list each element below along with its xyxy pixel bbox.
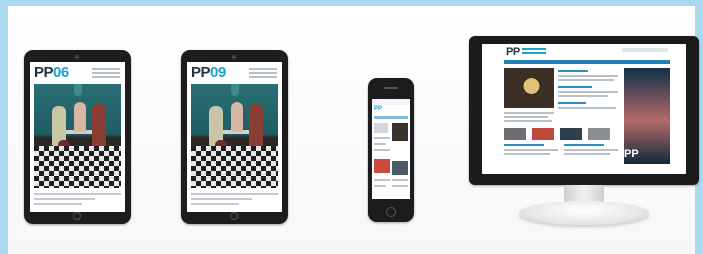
sidebar-advert-logo: PP bbox=[624, 148, 639, 160]
masthead-pp: PP bbox=[191, 64, 211, 81]
masthead-pp: PP bbox=[34, 64, 54, 81]
website-nav-bar bbox=[504, 60, 670, 64]
article-headline bbox=[564, 144, 604, 146]
article-text-line bbox=[504, 116, 548, 118]
article-text-line bbox=[504, 112, 554, 114]
monitor-screen: PP PP bbox=[482, 44, 686, 174]
article-text-line bbox=[558, 75, 618, 77]
phone-thumbnail bbox=[374, 123, 388, 133]
phone-text-line bbox=[374, 137, 390, 139]
cover-photo bbox=[34, 84, 121, 188]
phone-thumbnail bbox=[392, 161, 408, 175]
home-button-icon bbox=[386, 207, 396, 217]
phone-thumbnail bbox=[374, 159, 390, 173]
phone-site-logo: PP bbox=[374, 106, 383, 112]
camera-dot bbox=[75, 55, 79, 59]
masthead-issue: 06 bbox=[53, 64, 69, 81]
article-text-line bbox=[558, 91, 618, 93]
article-headline bbox=[558, 70, 588, 72]
speaker-grille bbox=[384, 87, 398, 89]
cover-photo bbox=[191, 84, 278, 188]
showcase-frame: PP06 PP09 PP PP PP bbox=[0, 0, 703, 254]
cover-footer-text bbox=[34, 193, 121, 208]
tablet-device-left: PP06 bbox=[24, 50, 131, 224]
tablet-screen: PP09 bbox=[187, 62, 282, 212]
article-text-line bbox=[558, 107, 616, 109]
magazine-masthead: PP06 bbox=[34, 65, 69, 81]
phone-screen: PP bbox=[372, 99, 410, 199]
article-headline bbox=[558, 86, 592, 88]
article-thumbnail bbox=[588, 128, 610, 140]
phone-device: PP bbox=[368, 78, 414, 222]
phone-text-line bbox=[374, 149, 390, 151]
masthead-tagline bbox=[249, 68, 277, 80]
magazine-masthead: PP09 bbox=[191, 65, 226, 81]
phone-text-line bbox=[392, 179, 408, 181]
phone-nav-bar bbox=[374, 116, 408, 119]
article-thumbnail bbox=[560, 128, 582, 140]
tablet-device-right: PP09 bbox=[181, 50, 288, 224]
phone-text-line bbox=[374, 185, 386, 187]
desktop-monitor: PP PP bbox=[469, 36, 699, 225]
phone-thumbnail bbox=[392, 123, 408, 141]
phone-text-line bbox=[392, 185, 408, 187]
website-logo-tagline bbox=[522, 48, 546, 56]
tablet-screen: PP06 bbox=[30, 62, 125, 212]
phone-status-bar bbox=[372, 99, 410, 105]
camera-dot bbox=[232, 55, 236, 59]
article-text-line bbox=[504, 120, 552, 122]
cover-footer-text bbox=[191, 193, 278, 208]
phone-text-line bbox=[374, 179, 390, 181]
article-headline bbox=[504, 144, 544, 146]
home-button-icon bbox=[73, 212, 81, 220]
article-text-line bbox=[564, 149, 618, 151]
article-text-line bbox=[558, 95, 608, 97]
website-search-bar bbox=[622, 48, 668, 52]
website-logo: PP bbox=[506, 46, 520, 58]
article-text-line bbox=[504, 153, 550, 155]
home-button-icon bbox=[230, 212, 238, 220]
phone-text-line bbox=[374, 143, 386, 145]
article-text-line bbox=[564, 153, 610, 155]
masthead-issue: 09 bbox=[210, 64, 226, 81]
website-hero-image bbox=[504, 68, 554, 108]
article-thumbnail bbox=[532, 128, 554, 140]
article-headline bbox=[558, 102, 586, 104]
masthead-tagline bbox=[92, 68, 120, 80]
article-text-line bbox=[504, 149, 558, 151]
article-text-line bbox=[558, 79, 614, 81]
monitor-stand-base bbox=[519, 201, 649, 225]
article-thumbnail bbox=[504, 128, 526, 140]
